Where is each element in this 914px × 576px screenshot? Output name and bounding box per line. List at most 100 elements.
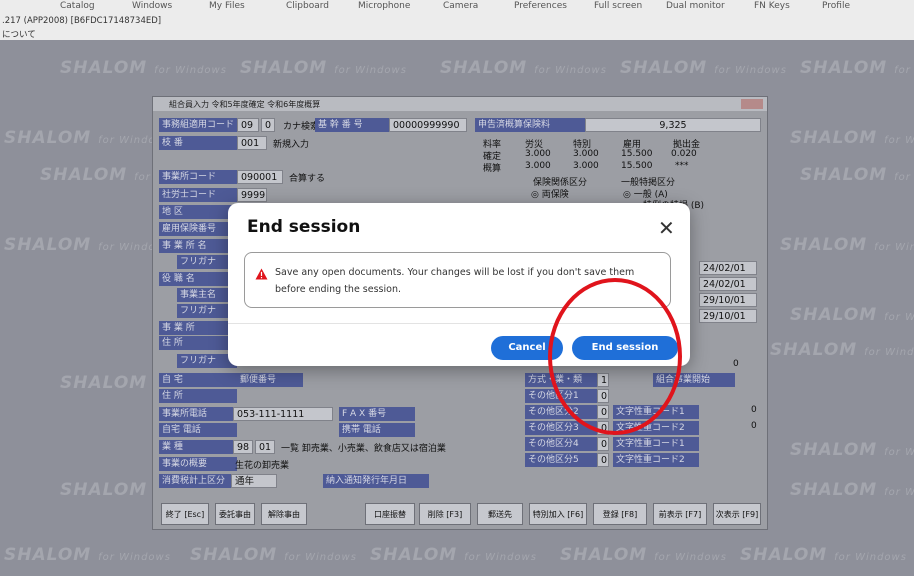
field-label: 住 所: [159, 389, 237, 403]
special-join-button[interactable]: 特別加入 [F6]: [529, 503, 587, 525]
office-code-input[interactable]: 090001: [237, 170, 283, 184]
date-field[interactable]: 24/02/01: [699, 261, 757, 275]
field-label: 携帯 電話: [339, 423, 415, 437]
field-label: 事 業 所: [159, 321, 237, 335]
exit-button[interactable]: 終了 [Esc]: [161, 503, 209, 525]
field-label: 雇用保険番号: [159, 222, 237, 236]
eda-number-input[interactable]: 001: [237, 136, 267, 150]
field-label: その他区分5: [525, 453, 601, 467]
industry-code-input[interactable]: 98: [233, 440, 253, 454]
account-transfer-button[interactable]: 口座振替: [365, 503, 415, 525]
watermark-logo: SHALOM for Windows: [240, 58, 407, 78]
consumption-tax-select[interactable]: 通年: [231, 474, 277, 488]
release-reason-button[interactable]: 解除事由: [261, 503, 307, 525]
divider: [228, 323, 690, 324]
cancel-button[interactable]: Cancel: [491, 336, 563, 360]
field-label: 郵便番号: [237, 373, 303, 387]
combine-checkbox[interactable]: 合算する: [289, 171, 325, 184]
field-label: 地 区: [159, 205, 237, 219]
office-phone-input[interactable]: 053-111-1111: [233, 407, 333, 421]
menu-catalog[interactable]: Catalog: [60, 1, 95, 11]
watermark-logo: SHALOM for Windows: [190, 545, 357, 565]
code-field[interactable]: 0: [597, 405, 609, 419]
field-label: 納入通知発行年月日: [323, 474, 429, 488]
consign-reason-button[interactable]: 委託事由: [215, 503, 255, 525]
field-label: 申告済概算保険料: [475, 118, 589, 132]
about-label: について: [2, 30, 36, 40]
business-summary: 生花の卸売業: [235, 461, 290, 471]
date-field[interactable]: 29/10/01: [699, 309, 757, 323]
menu-windows[interactable]: Windows: [132, 1, 172, 11]
menu-dual-monitor[interactable]: Dual monitor: [666, 1, 725, 11]
register-button[interactable]: 登録 [F8]: [593, 503, 647, 525]
field-label: 組合事業開始: [653, 373, 735, 387]
field-label: 事務組適用コード: [159, 118, 237, 132]
field-label: その他区分1: [525, 389, 601, 403]
both-insurance-radio[interactable]: ◎ 両保険: [531, 187, 569, 200]
mailing-address-button[interactable]: 郵送先: [477, 503, 523, 525]
watermark-logo: SHALOM for Windows: [4, 128, 171, 148]
field-label: 文字性重コード2: [613, 453, 699, 467]
end-session-button[interactable]: End session: [572, 336, 678, 360]
field-label: 役 職 名: [159, 272, 237, 286]
zero-value: 0: [751, 421, 757, 431]
field-label: 自 宅: [159, 373, 237, 387]
kana-search-link[interactable]: カナ検索: [283, 119, 319, 132]
field-label: 事業所コード: [159, 170, 237, 184]
window-title: 組合員入力 令和5年度確定 令和6年度概算: [169, 100, 321, 109]
menu-microphone[interactable]: Microphone: [358, 1, 410, 11]
menu-my-files[interactable]: My Files: [209, 1, 245, 11]
watermark-logo: SHALOM for Windows: [790, 305, 914, 325]
sharoushi-code-input[interactable]: 9999: [237, 188, 267, 202]
code-field[interactable]: 0: [597, 389, 609, 403]
close-icon[interactable]: [741, 99, 763, 109]
date-field[interactable]: 24/02/01: [699, 277, 757, 291]
rate-cell: 15.500: [621, 149, 653, 159]
window-titlebar: 組合員入力 令和5年度確定 令和6年度概算: [153, 97, 767, 111]
field-label: 社労士コード: [159, 188, 237, 202]
field-label: その他区分4: [525, 437, 601, 451]
watermark-logo: SHALOM for Windows: [800, 58, 914, 78]
industry-sub-input[interactable]: 01: [255, 440, 275, 454]
rate-cell: 3.000: [573, 161, 599, 171]
end-session-dialog: End session ✕ Save any open documents. Y…: [228, 203, 690, 366]
next-view-button[interactable]: 次表示 [F9]: [713, 503, 761, 525]
menu-camera[interactable]: Camera: [443, 1, 478, 11]
code-field[interactable]: 0: [597, 437, 609, 451]
code-field[interactable]: 0: [597, 421, 609, 435]
prev-view-button[interactable]: 前表示 [F7]: [653, 503, 707, 525]
rate-cell: 15.500: [621, 161, 653, 171]
remote-session-toolbar: Catalog Windows My Files Clipboard Micro…: [0, 0, 914, 40]
kikan-number-input[interactable]: 00000999990: [389, 118, 467, 132]
warning-alert: Save any open documents. Your changes wi…: [244, 252, 671, 308]
jimukumiai-sub-input[interactable]: 0: [261, 118, 275, 132]
menu-profile[interactable]: Profile: [822, 1, 850, 11]
delete-button[interactable]: 削除 [F3]: [419, 503, 471, 525]
watermark-logo: SHALOM for Windows: [4, 235, 171, 255]
field-label: 消費税計上区分: [159, 474, 231, 488]
industry-name: 一覧 卸売業、小売業、飲食店又は宿泊業: [281, 444, 446, 454]
watermark-logo: SHALOM for Windows: [800, 165, 914, 185]
watermark-logo: SHALOM for Windows: [780, 235, 914, 255]
field-label: 文字性重コード1: [613, 437, 699, 451]
menu-preferences[interactable]: Preferences: [514, 1, 567, 11]
field-label: 事業の概要: [159, 457, 237, 471]
field-label: 住 所: [159, 336, 237, 350]
new-entry-button[interactable]: 新規入力: [273, 137, 309, 150]
menu-full-screen[interactable]: Full screen: [594, 1, 642, 11]
field-label: 基 幹 番 号: [315, 118, 393, 132]
rate-cell: ***: [675, 161, 689, 171]
code-field[interactable]: 0: [597, 453, 609, 467]
menu-fn-keys[interactable]: FN Keys: [754, 1, 790, 11]
date-field[interactable]: 29/10/01: [699, 293, 757, 307]
watermark-logo: SHALOM for Windows: [620, 58, 787, 78]
jimukumiai-code-input[interactable]: 09: [237, 118, 259, 132]
field-label: F A X 番号: [339, 407, 415, 421]
code-field[interactable]: 1: [597, 373, 609, 387]
close-icon[interactable]: ✕: [658, 216, 675, 240]
rate-cell: 0.020: [671, 149, 697, 159]
rate-cell: 3.000: [525, 149, 551, 159]
warning-icon: [255, 265, 268, 284]
field-label: 事業所電話: [159, 407, 237, 421]
menu-clipboard[interactable]: Clipboard: [286, 1, 329, 11]
